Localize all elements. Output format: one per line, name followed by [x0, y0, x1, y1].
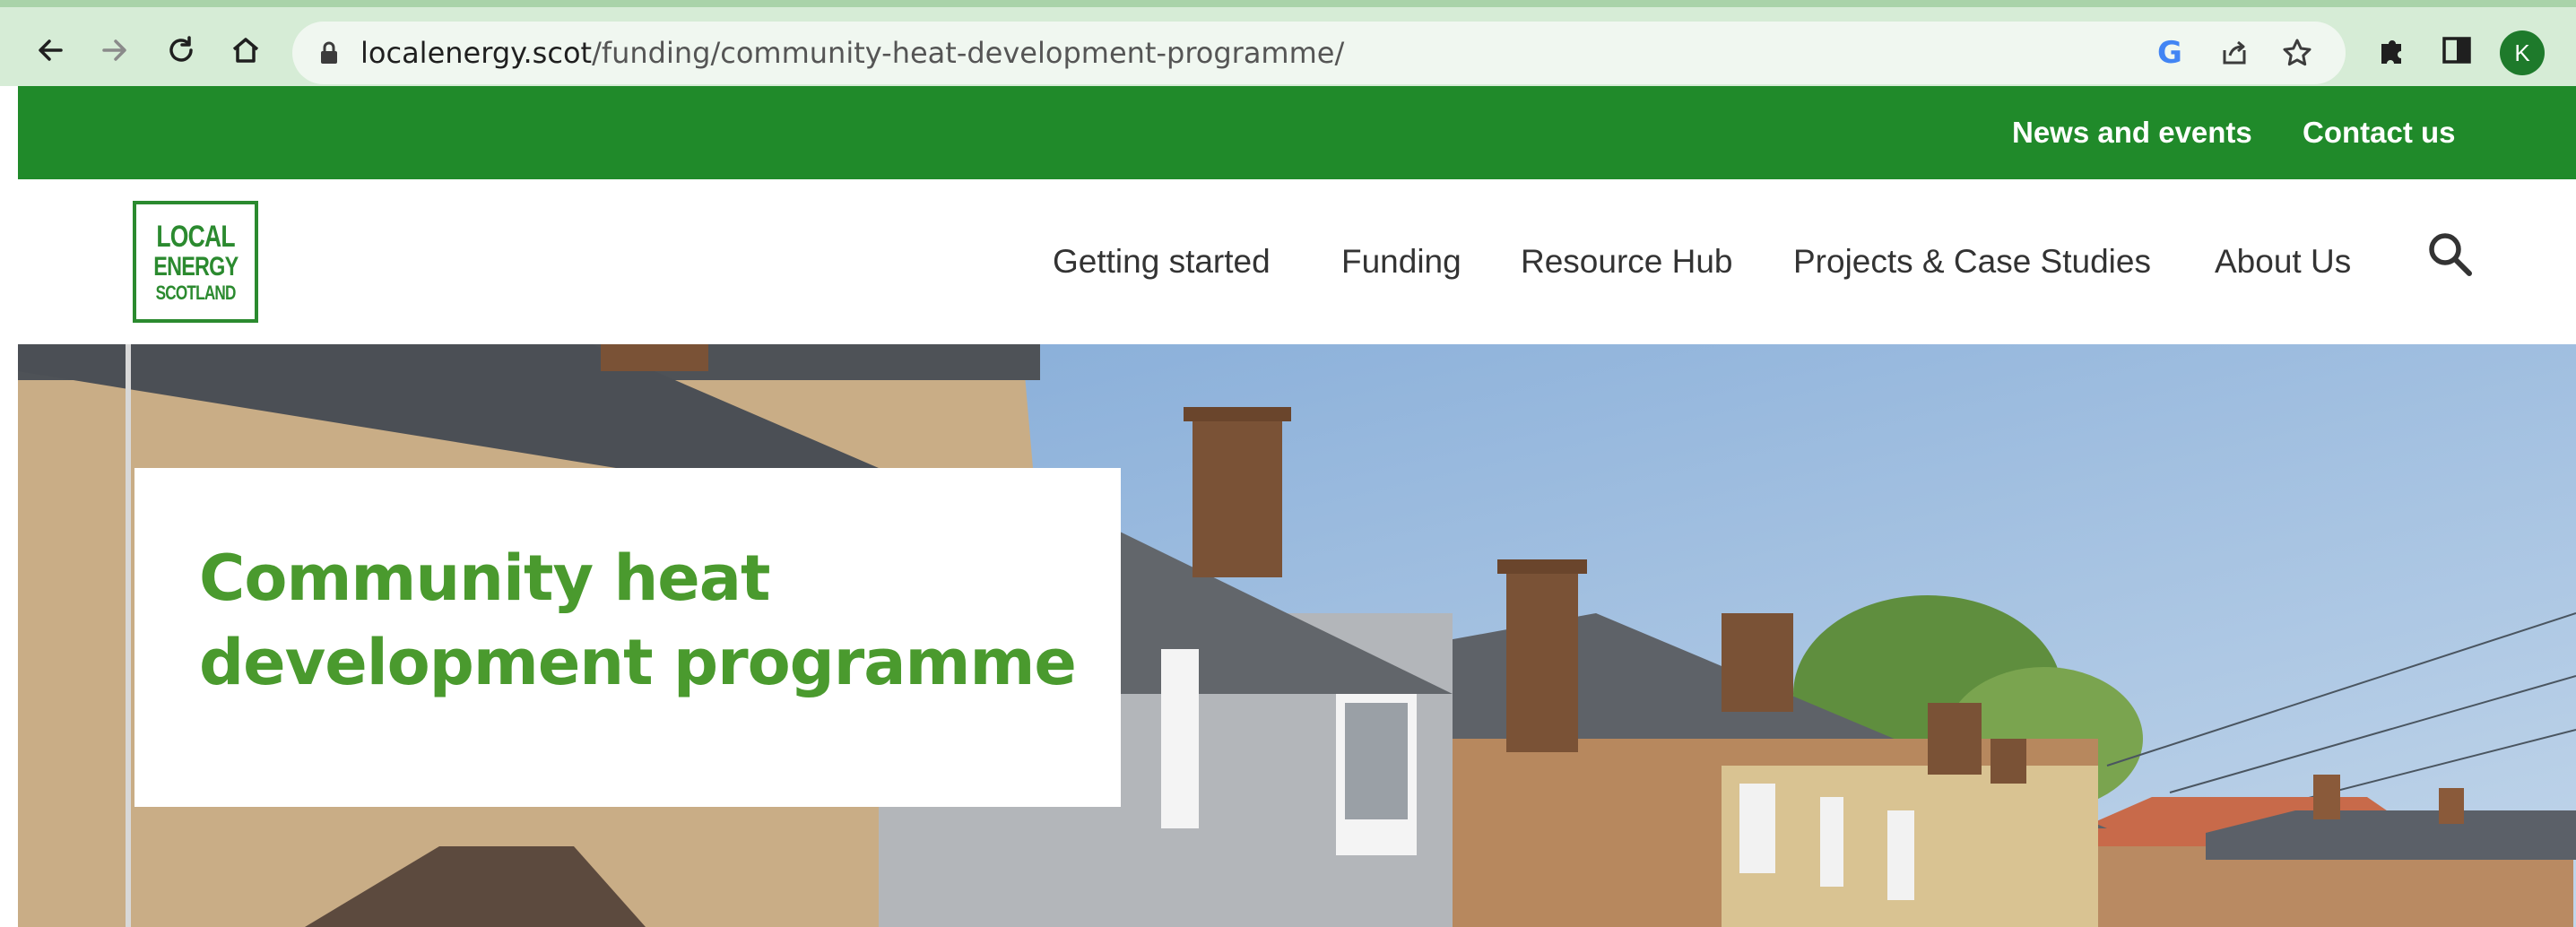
logo-line-2: ENERGY: [152, 251, 239, 282]
main-navigation: LOCAL ENERGY SCOTLAND Getting started Fu…: [18, 179, 2576, 344]
forward-icon[interactable]: [93, 29, 136, 72]
hero-title-card: Community heat development programme: [134, 468, 1121, 807]
nav-item-funding[interactable]: Funding: [1341, 179, 1461, 344]
site-logo[interactable]: LOCAL ENERGY SCOTLAND: [133, 201, 258, 323]
nav-item-resource-hub[interactable]: Resource Hub: [1521, 179, 1733, 344]
nav-item-about-us[interactable]: About Us: [2215, 179, 2351, 344]
logo-line-1: LOCAL: [156, 219, 235, 254]
hero-banner: Community heat development programme: [18, 344, 2576, 927]
utility-bar: News and events Contact us: [18, 86, 2576, 179]
home-icon[interactable]: [224, 29, 267, 72]
bookmark-star-icon[interactable]: [2276, 31, 2319, 74]
page-title: Community heat development programme: [199, 541, 1077, 699]
back-icon[interactable]: [29, 29, 72, 72]
search-icon[interactable]: [2425, 230, 2476, 280]
nav-item-projects-case-studies[interactable]: Projects & Case Studies: [1793, 179, 2151, 344]
url-host: localenergy.scot: [360, 36, 593, 70]
browser-toolbar: localenergy.scot/funding/community-heat-…: [0, 0, 2576, 86]
lock-icon[interactable]: [319, 41, 339, 65]
utility-link-contact-us[interactable]: Contact us: [2303, 86, 2456, 179]
logo-line-3: SCOTLAND: [155, 281, 236, 304]
url-text[interactable]: localenergy.scot/funding/community-heat-…: [360, 22, 1344, 84]
side-panel-icon[interactable]: [2435, 29, 2478, 72]
google-icon[interactable]: G: [2148, 31, 2191, 74]
share-icon[interactable]: [2213, 31, 2256, 74]
address-bar[interactable]: localenergy.scot/funding/community-heat-…: [292, 22, 2346, 84]
url-path: /funding/community-heat-development-prog…: [592, 36, 1345, 70]
nav-item-getting-started[interactable]: Getting started: [1053, 179, 1271, 344]
profile-avatar[interactable]: K: [2500, 30, 2545, 75]
extensions-icon[interactable]: [2370, 29, 2413, 72]
utility-link-news-and-events[interactable]: News and events: [2012, 86, 2252, 179]
reload-icon[interactable]: [160, 29, 203, 72]
